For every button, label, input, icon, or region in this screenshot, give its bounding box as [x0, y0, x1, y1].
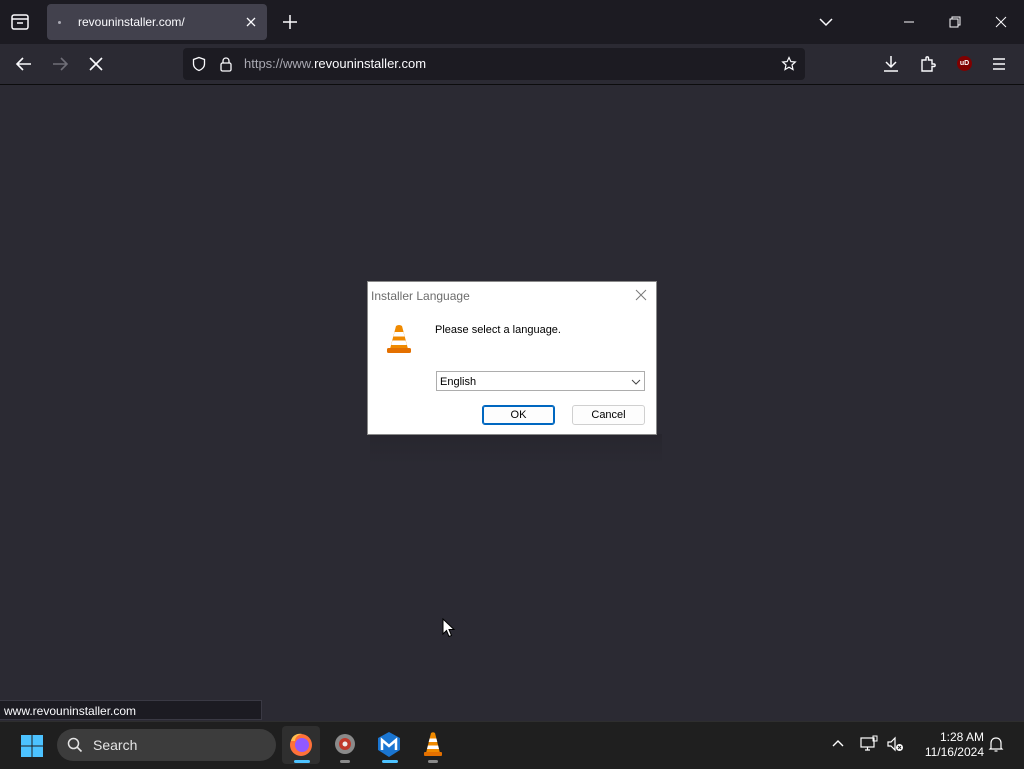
address-bar[interactable]: https://www.revouninstaller.com: [183, 48, 805, 80]
malwarebytes-icon: [378, 732, 400, 757]
taskbar-search-box[interactable]: Search: [57, 729, 276, 761]
stop-loading-icon[interactable]: [84, 52, 108, 76]
taskbar: Search 1:28 AM 11/16/2024: [0, 721, 1024, 769]
firefox-icon: [290, 733, 312, 756]
tab-strip: revouninstaller.com/: [0, 0, 1024, 44]
clock-time: 1:28 AM: [939, 730, 984, 744]
loading-dot-icon: [58, 21, 61, 24]
restore-button[interactable]: [940, 8, 970, 36]
lock-icon[interactable]: [218, 56, 234, 72]
hamburger-menu-icon[interactable]: [987, 52, 1011, 76]
taskbar-clock[interactable]: 1:28 AM 11/16/2024: [914, 730, 984, 760]
search-icon: [67, 737, 83, 753]
extensions-puzzle-icon[interactable]: [916, 52, 940, 76]
downloads-icon[interactable]: [879, 52, 903, 76]
volume-muted-icon[interactable]: [885, 734, 905, 754]
firefox-view-icon: [11, 14, 29, 30]
navigation-toolbar: https://www.revouninstaller.com: [0, 44, 1024, 85]
url-domain: revouninstaller.com: [314, 56, 427, 71]
tab-title: revouninstaller.com/: [78, 15, 185, 29]
cancel-button[interactable]: Cancel: [572, 405, 645, 425]
chevron-down-icon: [631, 379, 641, 385]
network-icon[interactable]: [859, 734, 879, 754]
taskbar-app-revo-uninstaller[interactable]: [326, 726, 364, 764]
close-tab-icon[interactable]: [243, 14, 259, 30]
tracking-protection-shield-icon[interactable]: [191, 56, 207, 72]
search-placeholder: Search: [93, 737, 138, 753]
running-indicator: [340, 760, 350, 763]
mouse-pointer-icon: [442, 618, 456, 638]
dialog-close-icon[interactable]: [634, 288, 648, 302]
ok-button[interactable]: OK: [482, 405, 555, 425]
list-all-tabs-chevron-icon[interactable]: [816, 12, 836, 32]
dialog-title: Installer Language: [371, 289, 470, 303]
show-hidden-icons-chevron-up-icon[interactable]: [828, 734, 848, 754]
forward-arrow-icon[interactable]: [48, 52, 72, 76]
url-prefix: https://www.: [244, 56, 315, 71]
bookmark-star-icon[interactable]: [781, 56, 797, 72]
clock-date: 11/16/2024: [924, 745, 984, 759]
status-url-overlay: www.revouninstaller.com: [0, 700, 262, 720]
language-select-value: English: [440, 376, 477, 388]
installer-language-dialog: Installer Language Please select a langu…: [367, 281, 657, 435]
minimize-button[interactable]: [894, 8, 924, 36]
running-indicator: [428, 760, 438, 763]
minimize-icon: [904, 21, 914, 23]
vlc-icon: [424, 732, 442, 756]
dialog-prompt: Please select a language.: [435, 324, 561, 336]
restore-icon: [949, 16, 961, 28]
vlc-cone-icon: [387, 325, 411, 353]
tab-revouninstaller[interactable]: revouninstaller.com/: [47, 4, 267, 40]
taskbar-app-firefox[interactable]: [282, 726, 320, 764]
language-select[interactable]: English: [436, 371, 645, 391]
close-window-button[interactable]: [986, 8, 1016, 36]
windows-start-icon[interactable]: [20, 734, 44, 758]
close-icon: [995, 16, 1007, 28]
running-indicator: [382, 760, 398, 763]
running-indicator: [294, 760, 310, 763]
new-tab-icon[interactable]: [280, 12, 300, 32]
taskbar-app-vlc[interactable]: [414, 726, 452, 764]
dialog-shadow: [370, 434, 662, 464]
url-text[interactable]: https://www.revouninstaller.com: [244, 56, 426, 71]
firefox-view-button[interactable]: [8, 11, 32, 33]
back-arrow-icon[interactable]: [12, 52, 36, 76]
revo-uninstaller-icon: [335, 734, 355, 754]
ublock-origin-icon[interactable]: uD: [957, 56, 972, 71]
notification-bell-icon[interactable]: [986, 734, 1006, 754]
taskbar-app-malwarebytes[interactable]: [370, 726, 408, 764]
